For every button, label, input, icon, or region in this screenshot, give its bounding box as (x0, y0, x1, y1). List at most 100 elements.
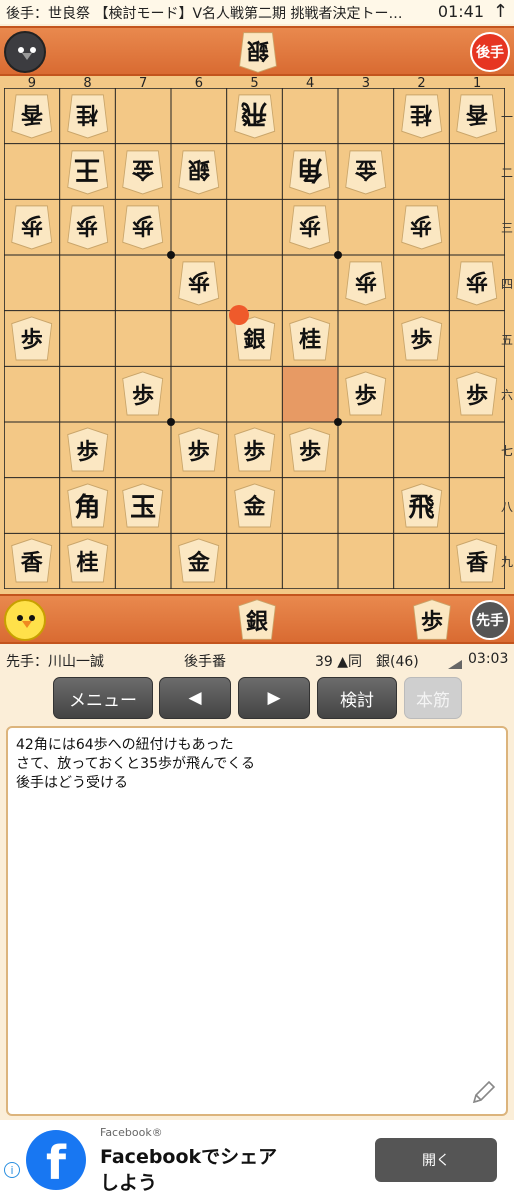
piece-char: 金 (354, 156, 377, 183)
piece-char: 桂 (299, 327, 322, 354)
piece-char: 歩 (466, 383, 489, 410)
gote-knight[interactable]: 桂 (66, 92, 109, 140)
gote-pawn[interactable]: 歩 (288, 203, 331, 251)
piece-char: 歩 (20, 212, 43, 239)
rank-label: 一 (500, 109, 513, 124)
sente-pawn[interactable]: 歩 (288, 426, 331, 474)
gote-gold[interactable]: 金 (344, 148, 387, 196)
piece-char: 歩 (132, 212, 155, 239)
sente-avatar (4, 599, 46, 641)
sente-pawn[interactable]: 歩 (400, 315, 443, 363)
sente-player: 先手：川山一誠 (6, 654, 104, 670)
sente-gold[interactable]: 金 (233, 482, 276, 530)
elapsed-time: 03:03 (468, 651, 509, 667)
move-record: 39 ▲同 銀(46) (315, 654, 419, 670)
piece-char: 歩 (420, 609, 443, 635)
piece-char: 銀 (246, 37, 269, 63)
piece-char: 歩 (354, 267, 377, 294)
sente-pawn[interactable]: 歩 (66, 426, 109, 474)
star-point (167, 418, 175, 426)
sente-lance[interactable]: 香 (10, 537, 53, 585)
sente-knight[interactable]: 桂 (66, 537, 109, 585)
star-point (334, 251, 342, 259)
piece-char: 金 (187, 550, 210, 577)
piece-char: 香 (466, 550, 489, 577)
piece-char: 桂 (76, 100, 99, 127)
sente-gold[interactable]: 金 (177, 537, 220, 585)
gote-gold[interactable]: 金 (121, 148, 164, 196)
gote-knight[interactable]: 桂 (400, 92, 443, 140)
sente-pawn[interactable]: 歩 (233, 426, 276, 474)
ad-open-button[interactable]: 開く (375, 1138, 497, 1182)
gote-pawn[interactable]: 歩 (121, 203, 164, 251)
gote-pawn[interactable]: 歩 (10, 203, 53, 251)
comment-line: 後手はどう受ける (16, 775, 128, 791)
sente-king[interactable]: 玉 (121, 482, 164, 530)
piece-char: 歩 (299, 438, 322, 465)
prev-move-button[interactable]: ◀ (159, 677, 231, 719)
gote-silver[interactable]: 銀 (177, 148, 220, 196)
ad-info-icon[interactable]: i (4, 1162, 20, 1178)
piece-char: 香 (20, 100, 43, 127)
piece-char: 歩 (410, 327, 433, 354)
honsuji-button[interactable]: 本筋 (404, 677, 462, 719)
rank-label: 三 (500, 221, 513, 236)
shogi-board[interactable]: 香桂飛桂香王金銀角金歩歩歩歩歩歩歩歩歩銀桂歩歩歩歩歩歩歩歩角玉金飛香桂金香 (3, 87, 506, 590)
rank-label: 九 (500, 555, 513, 570)
highlight-square (282, 366, 338, 422)
piece-char: 銀 (187, 156, 210, 183)
gote-pawn[interactable]: 歩 (66, 203, 109, 251)
ad-banner[interactable]: i f Facebook® Facebookでシェア しよう 開く (0, 1120, 514, 1200)
comment-box[interactable]: 42角には64歩への紐付けもあった さて、放っておくと35歩が飛んでくる 後手は… (6, 726, 508, 1116)
gote-badge: 後手 (470, 32, 510, 72)
rank-label: 六 (500, 388, 513, 403)
up-arrow-icon[interactable]: ↑ (493, 1, 508, 22)
piece-char: 桂 (410, 100, 433, 127)
gote-bishop[interactable]: 角 (288, 148, 331, 196)
sente-hand-silver[interactable]: 銀 (237, 598, 277, 642)
gote-avatar (4, 31, 46, 73)
sente-pawn[interactable]: 歩 (177, 426, 220, 474)
info-bar: 先手：川山一誠 後手番 39 ▲同 銀(46) 03:03 (0, 646, 514, 672)
piece-char: 桂 (76, 550, 99, 577)
gote-hand-silver[interactable]: 銀 (238, 30, 278, 74)
piece-char: 歩 (187, 438, 210, 465)
sente-bishop[interactable]: 角 (66, 482, 109, 530)
gote-pawn[interactable]: 歩 (344, 259, 387, 307)
sente-pawn[interactable]: 歩 (121, 370, 164, 418)
sente-pawn[interactable]: 歩 (344, 370, 387, 418)
piece-char: 玉 (130, 492, 157, 523)
sente-pawn[interactable]: 歩 (10, 315, 53, 363)
gote-pawn[interactable]: 歩 (177, 259, 220, 307)
piece-char: 飛 (241, 98, 268, 129)
kento-button[interactable]: 検討 (317, 677, 397, 719)
piece-char: 香 (20, 550, 43, 577)
facebook-logo-icon: f (26, 1130, 86, 1190)
gote-pawn[interactable]: 歩 (400, 203, 443, 251)
pencil-icon[interactable] (470, 1080, 496, 1106)
sente-lance[interactable]: 香 (455, 537, 498, 585)
piece-char: 金 (243, 494, 266, 521)
sente-hand-bar: 銀 歩 先手 (0, 594, 514, 644)
ad-headline-2: しよう (100, 1172, 158, 1194)
game-title: 後手：世良祭 【検討モード】V名人戦第二期 挑戦者決定トー… (6, 6, 403, 22)
sente-rook[interactable]: 飛 (400, 482, 443, 530)
piece-char: 歩 (243, 438, 266, 465)
piece-char: 飛 (408, 492, 435, 523)
gote-pawn[interactable]: 歩 (455, 259, 498, 307)
menu-button[interactable]: メニュー (53, 677, 153, 719)
ad-headline: Facebookでシェア (100, 1146, 278, 1168)
sente-pawn[interactable]: 歩 (455, 370, 498, 418)
next-move-button[interactable]: ▶ (238, 677, 310, 719)
gote-rook[interactable]: 飛 (233, 92, 276, 140)
gote-lance[interactable]: 香 (455, 92, 498, 140)
sente-hand-pawn[interactable]: 歩 (412, 598, 452, 642)
piece-char: 歩 (20, 327, 43, 354)
comment-line: 42角には64歩への紐付けもあった (16, 737, 234, 753)
rank-label: 二 (500, 165, 513, 180)
gote-hand-bar: 銀 後手 (0, 26, 514, 76)
gote-lance[interactable]: 香 (10, 92, 53, 140)
sente-knight[interactable]: 桂 (288, 315, 331, 363)
piece-char: 歩 (132, 383, 155, 410)
gote-king[interactable]: 王 (66, 148, 109, 196)
